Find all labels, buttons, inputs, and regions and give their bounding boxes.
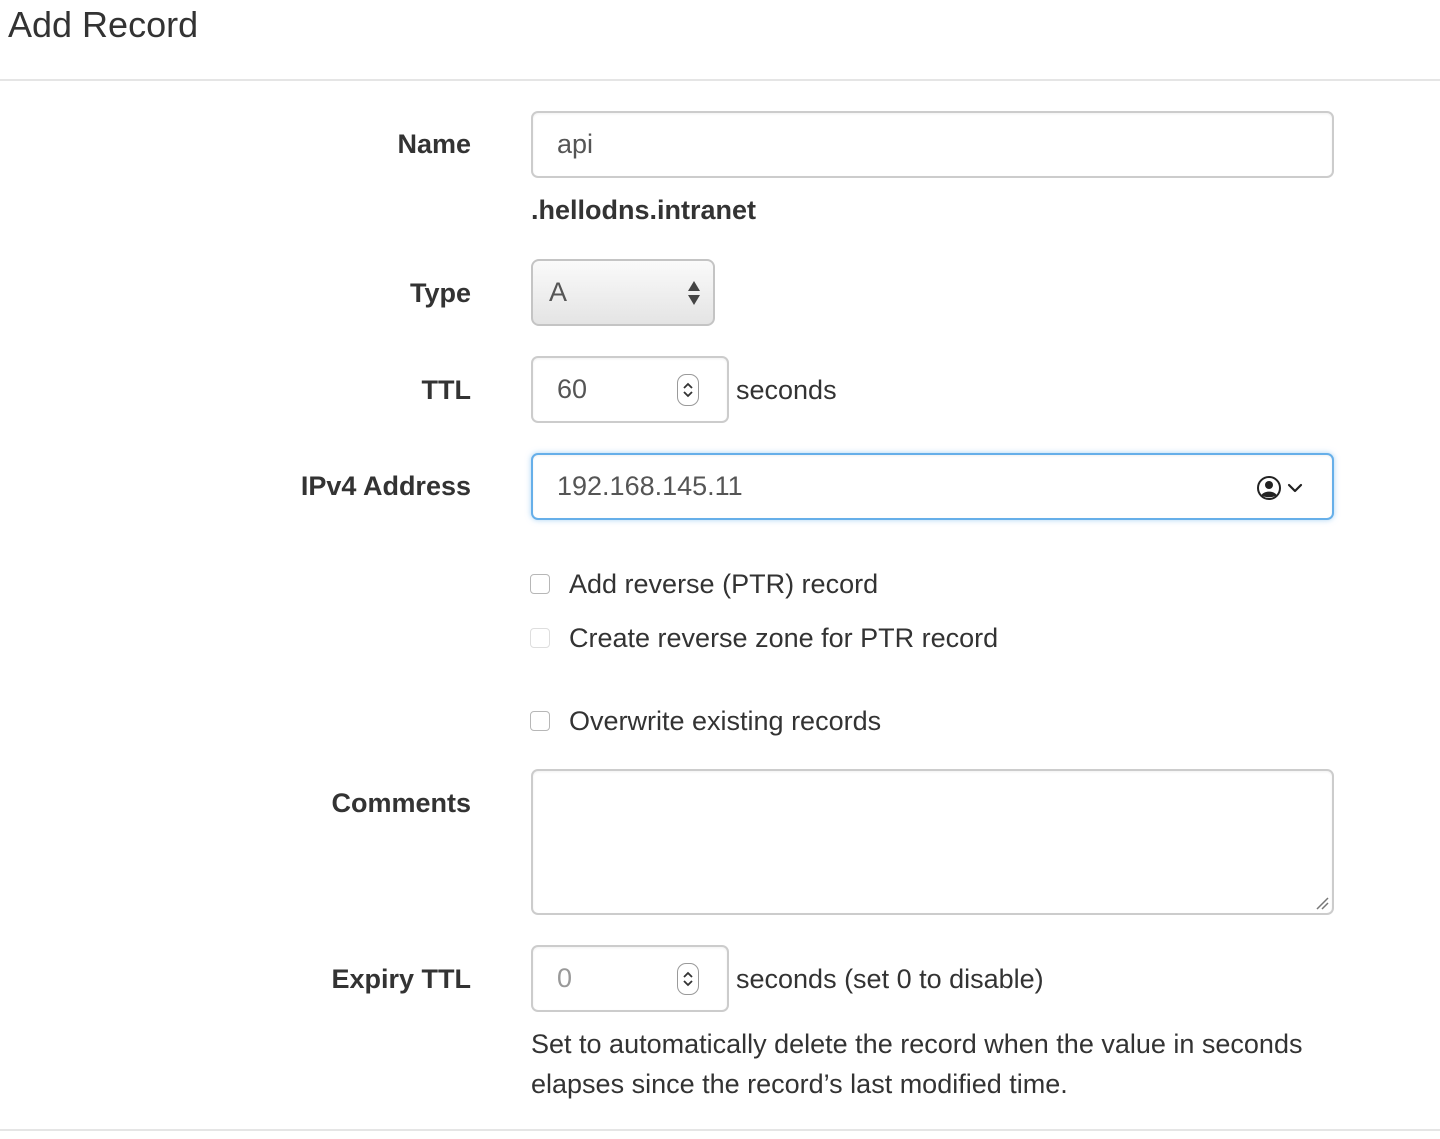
create-reverse-zone-option[interactable]: Create reverse zone for PTR record (530, 621, 998, 655)
expiry-ttl-label: Expiry TTL (331, 964, 471, 994)
add-ptr-option[interactable]: Add reverse (PTR) record (530, 567, 878, 601)
overwrite-checkbox[interactable] (530, 711, 550, 731)
expiry-ttl-input-value: 0 (557, 963, 573, 993)
ipv4-input-value: 192.168.145.11 (557, 471, 743, 501)
user-circle-icon (1257, 476, 1281, 500)
autofill-button[interactable] (1256, 475, 1304, 501)
ipv4-label: IPv4 Address (300, 471, 471, 501)
expiry-ttl-unit: seconds (set 0 to disable) (736, 964, 1044, 994)
overwrite-label: Overwrite existing records (569, 706, 882, 736)
comments-label: Comments (331, 788, 471, 818)
expiry-ttl-stepper-icon[interactable] (677, 963, 699, 995)
ttl-input-value: 60 (557, 374, 588, 404)
add-ptr-label: Add reverse (PTR) record (569, 569, 879, 599)
ipv4-input[interactable]: 192.168.145.11 (531, 453, 1334, 520)
type-select[interactable]: A (531, 259, 715, 326)
chevron-down-icon (1287, 483, 1303, 493)
overwrite-option[interactable]: Overwrite existing records (530, 704, 881, 738)
page-title: Add Record (8, 4, 199, 45)
header-divider (0, 79, 1440, 81)
expiry-ttl-help: Set to automatically delete the record w… (531, 1029, 1303, 1099)
resize-handle-icon[interactable] (1315, 896, 1329, 910)
create-reverse-zone-label: Create reverse zone for PTR record (569, 623, 999, 653)
select-arrows-icon (688, 281, 700, 305)
ttl-label: TTL (421, 375, 471, 405)
name-input-value: api (557, 129, 594, 159)
name-label: Name (397, 129, 471, 159)
create-reverse-zone-checkbox[interactable] (530, 628, 550, 648)
comments-textarea[interactable] (531, 769, 1334, 915)
ttl-input[interactable]: 60 (531, 356, 729, 423)
ttl-stepper-icon[interactable] (677, 374, 699, 406)
add-ptr-checkbox[interactable] (530, 574, 550, 594)
name-input[interactable]: api (531, 111, 1334, 178)
domain-suffix: .hellodns.intranet (531, 195, 757, 225)
ttl-unit: seconds (736, 375, 837, 405)
type-select-value: A (549, 277, 568, 307)
add-record-page: Add Record Name api .hellodns.intranet T… (0, 0, 1440, 1139)
expiry-ttl-input[interactable]: 0 (531, 945, 729, 1012)
footer-divider (0, 1129, 1440, 1131)
type-label: Type (409, 278, 471, 308)
